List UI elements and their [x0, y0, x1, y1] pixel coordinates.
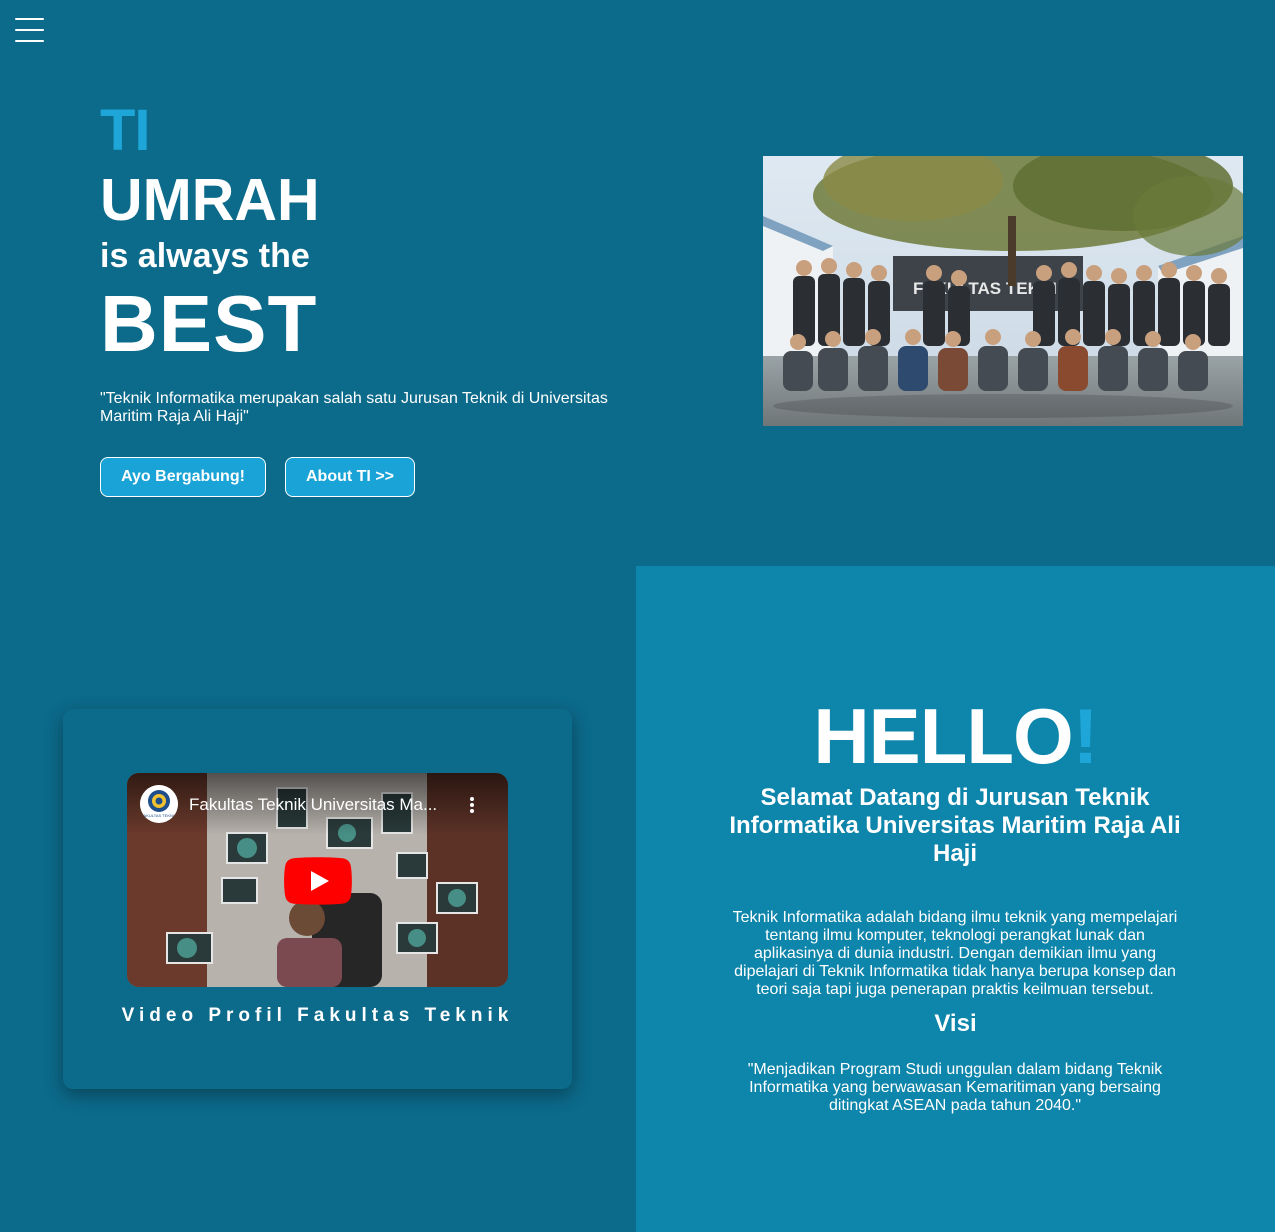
- hello-word: HELLO: [813, 692, 1073, 780]
- group-photo: FAKULTAS TEKNIK: [763, 156, 1243, 426]
- hero-umrah-heading: UMRAH: [100, 167, 320, 233]
- channel-logo-icon[interactable]: FAKULTAS TEKNIK: [140, 785, 178, 823]
- video-title[interactable]: Fakultas Teknik Universitas Ma...: [189, 795, 459, 815]
- hello-heading: HELLO!: [636, 694, 1275, 778]
- hero-section: TI UMRAH is always the BEST "Teknik Info…: [100, 100, 640, 497]
- visi-text: "Menjadikan Program Studi unggulan dalam…: [747, 1061, 1163, 1114]
- more-options-icon[interactable]: [465, 795, 479, 815]
- hero-tagline: is always the: [100, 237, 310, 275]
- channel-logo-text: FAKULTAS TEKNIK: [141, 813, 177, 818]
- welcome-heading: Selamat Datang di Jurusan Teknik Informa…: [729, 784, 1181, 867]
- visi-heading: Visi: [934, 1010, 977, 1037]
- video-caption: Video Profil Fakultas Teknik: [121, 1005, 514, 1026]
- hamburger-menu-icon[interactable]: [15, 18, 44, 42]
- play-button-icon[interactable]: [284, 857, 352, 905]
- hero-quote: "Teknik Informatika merupakan salah satu…: [100, 390, 608, 425]
- intro-paragraph: Teknik Informatika adalah bidang ilmu te…: [732, 909, 1178, 998]
- hero-best-heading: BEST: [100, 279, 318, 368]
- about-ti-button[interactable]: About TI >>: [285, 457, 415, 497]
- hero-ti-heading: TI: [100, 98, 151, 163]
- hero-buttons: Ayo Bergabung! About TI >>: [100, 457, 640, 497]
- youtube-embed[interactable]: FAKULTAS TEKNIK Fakultas Teknik Universi…: [127, 773, 508, 987]
- hello-panel: HELLO! Selamat Datang di Jurusan Teknik …: [636, 566, 1275, 1232]
- video-card: FAKULTAS TEKNIK Fakultas Teknik Universi…: [63, 709, 572, 1089]
- join-button[interactable]: Ayo Bergabung!: [100, 457, 266, 497]
- hello-exclamation: !: [1072, 692, 1099, 780]
